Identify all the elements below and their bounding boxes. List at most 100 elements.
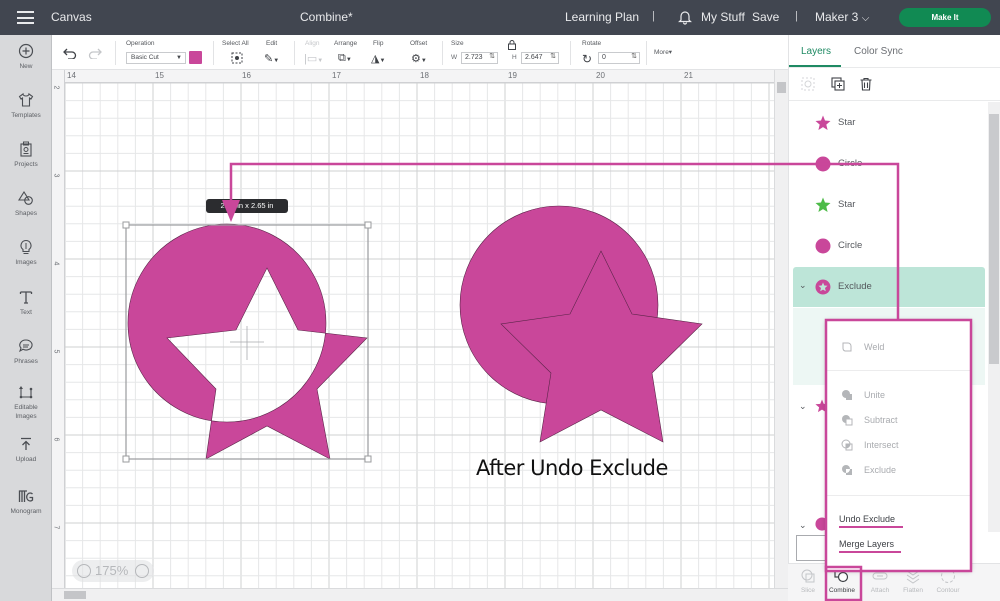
ruler-tick-label: 3	[52, 173, 60, 178]
circle-icon	[815, 156, 831, 172]
exclude-icon	[842, 465, 852, 475]
undo-exclude-button[interactable]: Undo Exclude	[839, 514, 903, 528]
star-icon	[815, 115, 831, 130]
flatten-button[interactable]: Flatten	[895, 568, 931, 594]
menu-item-exclude[interactable]: Exclude	[826, 459, 971, 481]
unite-icon	[842, 390, 852, 400]
trash-icon[interactable]	[859, 77, 873, 91]
make-it-button[interactable]: Make It	[899, 8, 991, 27]
ruler-tick-label: 14	[67, 71, 76, 80]
tool-label: Attach	[870, 587, 890, 594]
ruler-top: 14 15 16 17 18 19 20 21	[52, 70, 774, 83]
layer-name: Star	[838, 199, 856, 210]
layer-tools	[789, 68, 1000, 101]
combine-button[interactable]: Combine	[824, 568, 860, 594]
tool-label: Flatten	[903, 587, 923, 594]
layer-name: Star	[838, 117, 856, 128]
star-icon	[815, 197, 831, 212]
zoom-control: 175%	[72, 560, 154, 582]
combine-icon	[834, 568, 849, 583]
layer-item[interactable]: Star	[793, 103, 985, 143]
resize-handle[interactable]	[364, 455, 372, 463]
scroll-thumb[interactable]	[989, 114, 999, 364]
machine-name: Maker 3	[815, 10, 859, 24]
menu-item-label: Exclude	[864, 465, 897, 475]
layer-name: Exclude	[838, 281, 872, 292]
ruler-left: 2 3 4 5 6 7	[52, 70, 65, 588]
ruler-tick-label: 18	[420, 71, 429, 80]
ruler-tick-label: 5	[52, 349, 60, 354]
annotation-underline	[839, 551, 901, 553]
ruler-tick-label: 21	[684, 71, 693, 80]
tab-color-sync[interactable]: Color Sync	[854, 46, 903, 57]
menu-item-label: Unite	[864, 390, 886, 400]
menu-item-label: Undo Exclude	[839, 514, 896, 524]
chevron-down-icon: ⌵	[861, 13, 870, 24]
layer-item-selected[interactable]: ⌄ Exclude	[793, 267, 985, 307]
slice-button[interactable]: Slice	[790, 568, 826, 594]
ruler-tick-label: 6	[52, 437, 60, 442]
center-crosshair-icon	[230, 326, 264, 360]
merge-layers-button[interactable]: Merge Layers	[839, 539, 901, 553]
machine-selector[interactable]: Maker 3 ⌵	[815, 10, 869, 24]
annotation-underline	[839, 526, 903, 528]
menu-item-weld[interactable]: Weld	[826, 336, 971, 358]
app-root: Canvas Combine* Learning Plan | My Stuff…	[0, 0, 1000, 601]
contour-icon	[941, 569, 955, 583]
zoom-level: 175%	[95, 563, 129, 578]
combine-dropdown-menu: Weld Unite Subtract Intersect Exclude Un…	[826, 320, 971, 570]
ruler-tick-label: 7	[52, 525, 60, 530]
tool-label: Slice	[800, 587, 816, 594]
dimension-tooltip: 2.72 in x 2.65 in	[206, 199, 288, 213]
tab-layers[interactable]: Layers	[801, 46, 831, 57]
ruler-tick-label: 16	[242, 71, 251, 80]
attach-icon	[872, 572, 888, 580]
zoom-in-button[interactable]	[135, 564, 149, 578]
chevron-down-icon[interactable]: ⌄	[799, 520, 807, 531]
menu-item-label: Intersect	[864, 440, 899, 450]
divider	[826, 495, 971, 496]
canvas-shapes	[122, 205, 703, 463]
menu-item-subtract[interactable]: Subtract	[826, 409, 971, 431]
menu-item-unite[interactable]: Unite	[826, 384, 971, 406]
circle-icon	[815, 238, 831, 254]
layers-scrollbar[interactable]	[988, 102, 1000, 532]
weld-icon	[842, 342, 852, 352]
ruler-tick-label: 4	[52, 261, 60, 266]
annotation-caption: After Undo Exclude	[476, 456, 668, 480]
chevron-down-icon[interactable]: ⌄	[799, 401, 807, 412]
duplicate-icon[interactable]	[831, 77, 845, 91]
tool-label: Contour	[936, 587, 960, 594]
zoom-out-button[interactable]	[77, 564, 91, 578]
layer-item[interactable]: Circle	[793, 144, 985, 184]
layer-blank-input[interactable]	[796, 535, 828, 561]
slice-icon	[801, 569, 815, 583]
ruler-tick-label: 2	[52, 85, 60, 90]
exclude-group-icon	[815, 279, 831, 295]
resize-handle[interactable]	[364, 221, 372, 229]
menu-item-label: Subtract	[864, 415, 898, 425]
ruler-tick-label: 15	[155, 71, 164, 80]
intersect-icon	[841, 439, 853, 451]
tool-label: Combine	[828, 587, 855, 594]
chevron-down-icon[interactable]: ⌄	[799, 280, 807, 291]
menu-item-label: Weld	[864, 342, 885, 352]
flatten-icon	[906, 570, 920, 584]
ruler-tick-label: 17	[332, 71, 341, 80]
resize-handle[interactable]	[122, 221, 130, 229]
menu-item-label: Merge Layers	[839, 539, 895, 549]
subtract-icon	[842, 415, 853, 426]
layer-name: Circle	[838, 240, 863, 251]
attach-button[interactable]: Attach	[862, 568, 898, 594]
divider	[826, 370, 971, 371]
contour-button[interactable]: Contour	[930, 568, 966, 594]
layer-name: Circle	[838, 158, 863, 169]
resize-handle[interactable]	[122, 455, 130, 463]
separator: |	[795, 10, 798, 22]
ruler-tick-label: 20	[596, 71, 605, 80]
exclude-shape[interactable]	[127, 223, 368, 460]
group-icon	[801, 77, 815, 91]
layer-item[interactable]: Circle	[793, 226, 985, 266]
menu-item-intersect[interactable]: Intersect	[826, 434, 971, 456]
layer-item[interactable]: Star	[793, 185, 985, 225]
